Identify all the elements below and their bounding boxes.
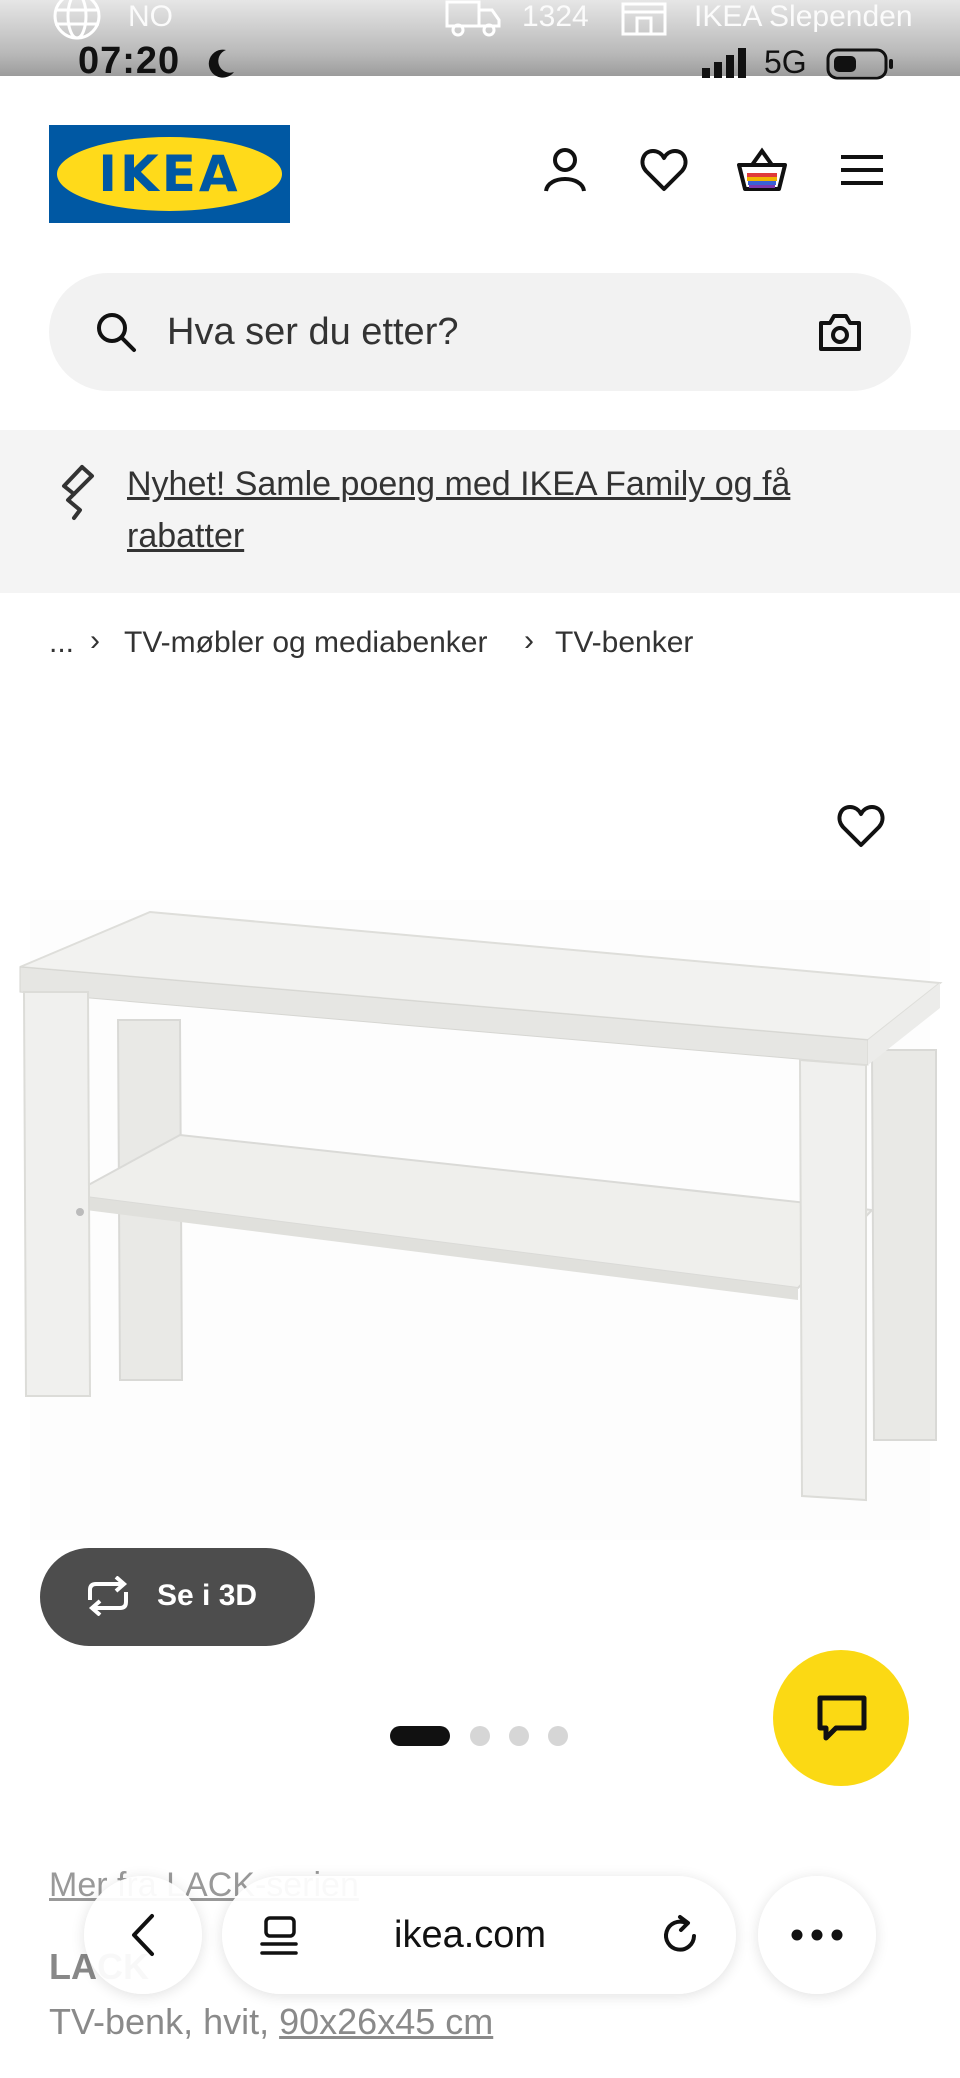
search-bar[interactable]: Hva ser du etter? [49,273,911,391]
gallery-dot-1[interactable] [390,1726,450,1746]
product-image[interactable] [0,900,960,1560]
product-description: TV-benk, hvit, 90x26x45 cm [49,2001,493,2043]
store-name: IKEA Slependen [694,0,913,33]
product-dimensions-link[interactable]: 90x26x45 cm [279,2001,493,2042]
search-icon [97,313,136,352]
ikea-logo[interactable]: IKEA [49,125,290,223]
status-bar: NO 1324 IKEA Slependen 07:20 5G [0,0,960,82]
signal-icon [702,48,746,78]
browser-more-button[interactable] [758,1876,876,1994]
chevron-right-icon: › [524,624,534,657]
rotate-3d-icon [88,1576,128,1616]
network-type: 5G [764,44,807,80]
chevron-left-icon [132,1914,154,1956]
browser-address-bar[interactable]: ikea.com [222,1876,736,1994]
chat-button[interactable] [773,1650,909,1786]
ikea-family-icon [62,465,94,520]
shopping-bag-icon[interactable] [737,145,787,195]
region-code: NO [128,0,173,33]
gallery-dot-4[interactable] [548,1726,568,1746]
url-text[interactable]: ikea.com [394,1914,546,1957]
search-input[interactable]: Hva ser du etter? [167,311,458,354]
delivery-truck-icon [445,0,501,37]
gallery-pagination [390,1726,570,1746]
person-icon[interactable] [540,145,590,195]
reload-icon[interactable] [658,1914,702,1958]
camera-icon[interactable] [817,311,863,353]
menu-icon[interactable] [837,145,887,195]
promo-banner: Nyhet! Samle poeng med IKEA Family og få… [0,430,960,593]
browser-back-button[interactable] [84,1876,202,1994]
heart-icon[interactable] [639,145,689,195]
gallery-dot-3[interactable] [509,1726,529,1746]
moon-icon [208,49,234,78]
more-dots-icon [791,1929,843,1941]
favorite-heart-icon[interactable] [836,801,886,851]
gallery-dot-2[interactable] [470,1726,490,1746]
chevron-right-icon: › [90,624,100,657]
logo-text: IKEA [98,145,241,203]
chat-bubble-icon [817,1695,867,1741]
battery-icon [826,48,893,80]
product-type-color: TV-benk, hvit, [49,2001,280,2042]
breadcrumb-ellipsis[interactable]: ... [49,626,74,660]
delivery-postcode: 1324 [522,0,589,33]
store-icon [621,2,667,36]
breadcrumb-tv-furniture[interactable]: TV-møbler og mediabenker [124,626,488,660]
tabs-icon[interactable] [258,1914,300,1958]
breadcrumb-tv-benches[interactable]: TV-benker [555,626,693,660]
view-in-3d-label: Se i 3D [157,1579,258,1612]
promo-link[interactable]: Nyhet! Samle poeng med IKEA Family og få… [127,458,847,562]
view-in-3d-button[interactable]: Se i 3D [40,1548,315,1646]
clock: 07:20 [78,40,181,82]
globe-icon [53,0,101,40]
